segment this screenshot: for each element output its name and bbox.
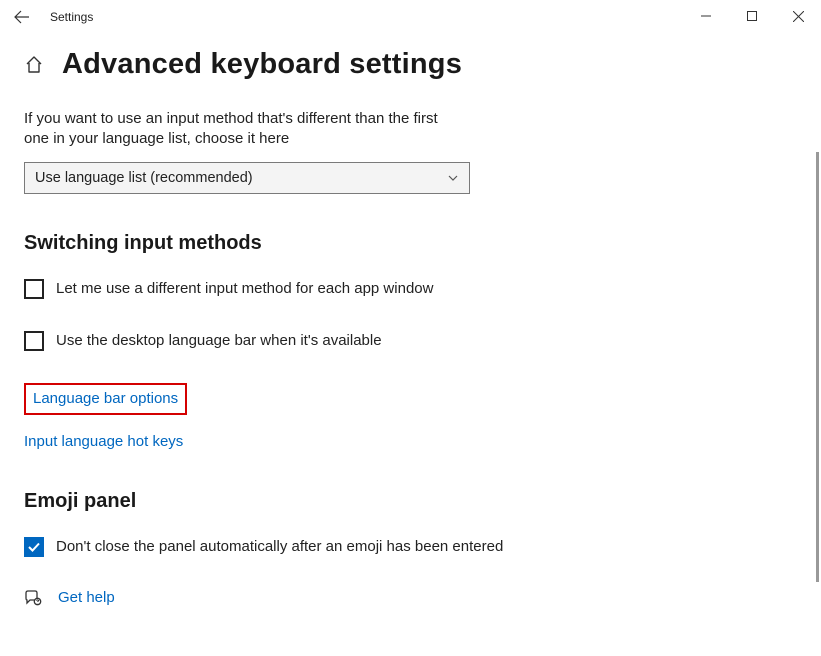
close-button[interactable] [775,0,821,32]
checkbox-label: Use the desktop language bar when it's a… [56,332,382,349]
checkbox-unchecked-icon [24,279,44,299]
select-value: Use language list (recommended) [35,170,253,186]
help-icon [24,589,42,607]
checkbox-checked-icon [24,537,44,557]
scrollbar[interactable] [816,152,819,582]
maximize-icon [747,11,757,21]
intro-text: If you want to use an input method that'… [24,109,464,150]
highlight-annotation: Language bar options [24,383,187,415]
language-bar-options-link[interactable]: Language bar options [33,390,178,407]
window-controls [683,0,821,32]
chevron-down-icon [447,172,459,184]
minimize-icon [701,11,711,21]
switching-heading: Switching input methods [24,232,797,255]
checkbox-unchecked-icon [24,331,44,351]
back-button[interactable] [0,0,44,34]
input-language-hotkeys-link[interactable]: Input language hot keys [24,433,183,450]
emoji-heading: Emoji panel [24,490,797,513]
arrow-left-icon [14,9,30,25]
checkbox-label: Don't close the panel automatically afte… [56,538,503,555]
page-title: Advanced keyboard settings [62,48,462,81]
close-icon [793,11,804,22]
title-bar: Settings [0,0,821,34]
checkbox-emoji-panel[interactable]: Don't close the panel automatically afte… [24,537,797,557]
get-help-link[interactable]: Get help [58,589,115,606]
home-icon[interactable] [24,55,44,75]
maximize-button[interactable] [729,0,775,32]
app-name: Settings [50,10,93,24]
get-help-row[interactable]: Get help [24,589,797,607]
minimize-button[interactable] [683,0,729,32]
content-area: Advanced keyboard settings If you want t… [0,34,821,656]
input-method-select[interactable]: Use language list (recommended) [24,162,470,194]
checkbox-desktop-language-bar[interactable]: Use the desktop language bar when it's a… [24,331,797,351]
checkbox-label: Let me use a different input method for … [56,280,433,297]
checkbox-per-app-window[interactable]: Let me use a different input method for … [24,279,797,299]
page-heading-row: Advanced keyboard settings [24,48,797,81]
